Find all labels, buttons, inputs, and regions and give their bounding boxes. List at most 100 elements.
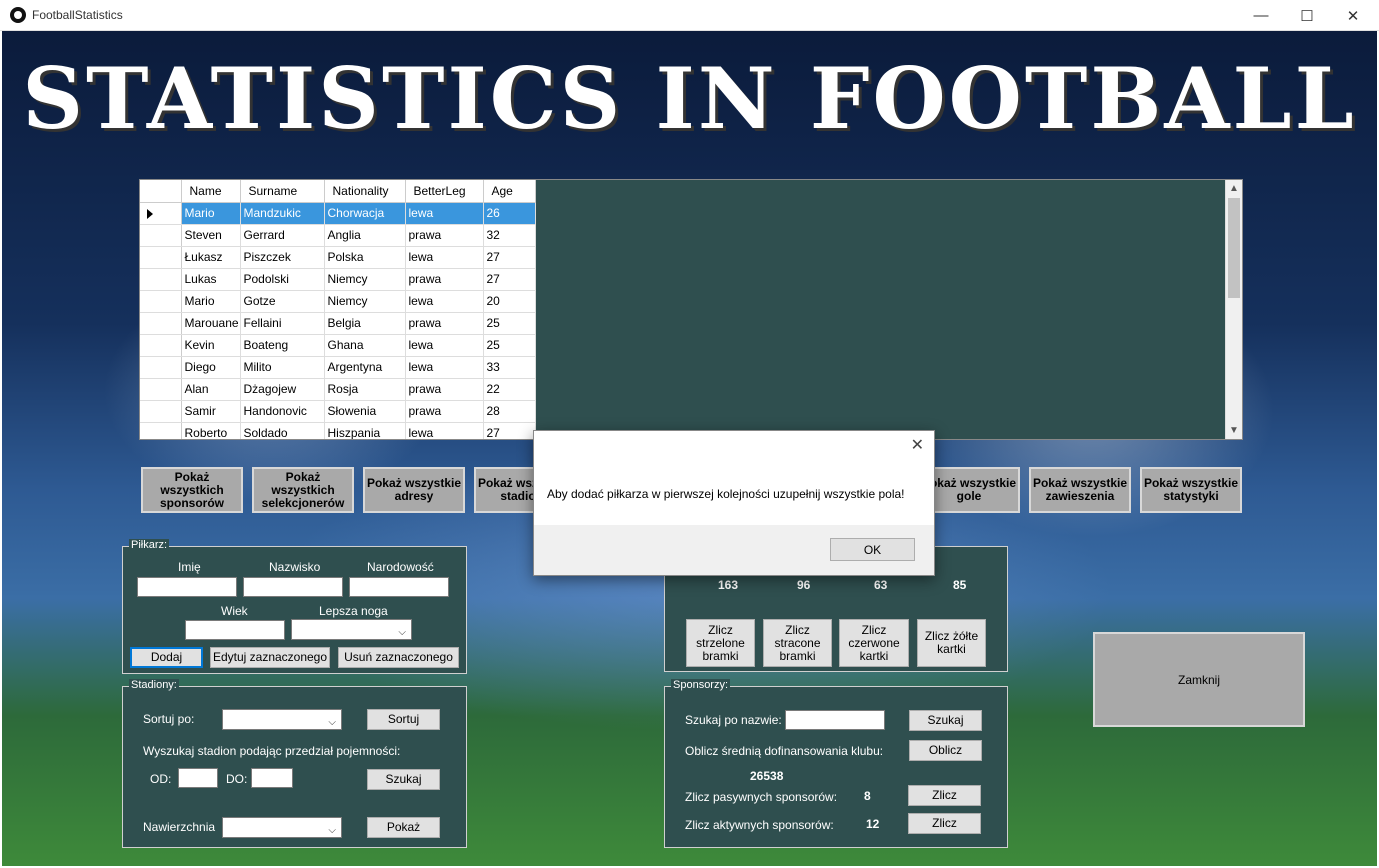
search-sponsor-button[interactable]: Szukaj xyxy=(909,710,982,731)
count-goals-scored-button[interactable]: Zlicz strzelone bramki xyxy=(686,619,755,667)
capacity-to-field[interactable] xyxy=(251,768,293,788)
cell-name[interactable]: Marouane xyxy=(181,312,241,335)
cell-age[interactable]: 27 xyxy=(483,422,536,439)
table-row[interactable]: Kevin Boateng Ghana lewa 25 xyxy=(140,334,536,357)
count-active-button[interactable]: Zlicz xyxy=(908,813,981,834)
show-statistics-button[interactable]: Pokaż wszystkie statystyki xyxy=(1140,467,1242,513)
cell-nationality[interactable]: Niemcy xyxy=(324,268,406,291)
count-passive-button[interactable]: Zlicz xyxy=(908,785,981,806)
row-header[interactable] xyxy=(140,422,182,439)
cell-betterleg[interactable]: lewa xyxy=(405,334,484,357)
row-header[interactable] xyxy=(140,334,182,357)
cell-nationality[interactable]: Niemcy xyxy=(324,290,406,313)
table-row[interactable]: Diego Milito Argentyna lewa 33 xyxy=(140,356,536,379)
column-header-nationality[interactable]: Nationality xyxy=(324,180,406,203)
cell-name[interactable]: Steven xyxy=(181,224,241,247)
ok-button[interactable]: OK xyxy=(830,538,915,561)
column-header-surname[interactable]: Surname xyxy=(240,180,325,203)
row-header[interactable] xyxy=(140,202,182,225)
table-row[interactable]: Roberto Soldado Hiszpania lewa 27 xyxy=(140,422,536,439)
cell-surname[interactable]: Gotze xyxy=(240,290,325,313)
cell-surname[interactable]: Mandzukic xyxy=(240,202,325,225)
cell-nationality[interactable]: Rosja xyxy=(324,378,406,401)
cell-age[interactable]: 27 xyxy=(483,268,536,291)
minimize-button[interactable]: — xyxy=(1238,0,1284,31)
row-header[interactable] xyxy=(140,268,182,291)
show-coaches-button[interactable]: Pokaż wszystkich selekcjonerów xyxy=(252,467,354,513)
cell-age[interactable]: 28 xyxy=(483,400,536,423)
table-row[interactable]: Mario Mandzukic Chorwacja lewa 26 xyxy=(140,202,536,225)
capacity-from-field[interactable] xyxy=(178,768,218,788)
search-stadium-button[interactable]: Szukaj xyxy=(367,769,440,790)
cell-nationality[interactable]: Ghana xyxy=(324,334,406,357)
sponsor-name-field[interactable] xyxy=(785,710,885,730)
cell-betterleg[interactable]: prawa xyxy=(405,400,484,423)
cell-name[interactable]: Mario xyxy=(181,290,241,313)
cell-name[interactable]: Samir xyxy=(181,400,241,423)
cell-betterleg[interactable]: prawa xyxy=(405,224,484,247)
cell-age[interactable]: 25 xyxy=(483,334,536,357)
close-app-button[interactable]: Zamknij xyxy=(1093,632,1305,727)
cell-age[interactable]: 33 xyxy=(483,356,536,379)
edit-selected-button[interactable]: Edytuj zaznaczonego xyxy=(210,647,330,668)
cell-age[interactable]: 26 xyxy=(483,202,536,225)
cell-surname[interactable]: Soldado xyxy=(240,422,325,439)
cell-surname[interactable]: Boateng xyxy=(240,334,325,357)
cell-betterleg[interactable]: lewa xyxy=(405,422,484,439)
add-button[interactable]: Dodaj xyxy=(130,647,203,668)
cell-name[interactable]: Diego xyxy=(181,356,241,379)
count-yellow-cards-button[interactable]: Zlicz żółte kartki xyxy=(917,619,986,667)
cell-age[interactable]: 22 xyxy=(483,378,536,401)
cell-age[interactable]: 32 xyxy=(483,224,536,247)
cell-betterleg[interactable]: lewa xyxy=(405,290,484,313)
sort-button[interactable]: Sortuj xyxy=(367,709,440,730)
cell-age[interactable]: 27 xyxy=(483,246,536,269)
grid-scrollbar[interactable]: ▲ ▼ xyxy=(1225,180,1242,439)
cell-name[interactable]: Alan xyxy=(181,378,241,401)
cell-name[interactable]: Roberto xyxy=(181,422,241,439)
scroll-up-icon[interactable]: ▲ xyxy=(1226,180,1242,197)
last-name-field[interactable] xyxy=(243,577,343,597)
show-sponsors-button[interactable]: Pokaż wszystkich sponsorów xyxy=(141,467,243,513)
cell-surname[interactable]: Piszczek xyxy=(240,246,325,269)
scroll-down-icon[interactable]: ▼ xyxy=(1226,422,1242,439)
first-name-field[interactable] xyxy=(137,577,237,597)
table-row[interactable]: Mario Gotze Niemcy lewa 20 xyxy=(140,290,536,313)
cell-surname[interactable]: Fellaini xyxy=(240,312,325,335)
age-field[interactable] xyxy=(185,620,285,640)
show-addresses-button[interactable]: Pokaż wszystkie adresy xyxy=(363,467,465,513)
count-goals-conceded-button[interactable]: Zlicz stracone bramki xyxy=(763,619,832,667)
cell-nationality[interactable]: Polska xyxy=(324,246,406,269)
cell-betterleg[interactable]: lewa xyxy=(405,246,484,269)
row-header[interactable] xyxy=(140,356,182,379)
row-header[interactable] xyxy=(140,290,182,313)
column-header-age[interactable]: Age xyxy=(483,180,536,203)
table-row[interactable]: Samir Handonovic Słowenia prawa 28 xyxy=(140,400,536,423)
cell-betterleg[interactable]: lewa xyxy=(405,356,484,379)
cell-name[interactable]: Kevin xyxy=(181,334,241,357)
row-header[interactable] xyxy=(140,378,182,401)
cell-name[interactable]: Łukasz xyxy=(181,246,241,269)
show-surface-button[interactable]: Pokaż xyxy=(367,817,440,838)
close-icon[interactable]: ✕ xyxy=(911,435,924,455)
scrollbar-thumb[interactable] xyxy=(1228,198,1240,298)
close-window-button[interactable]: ✕ xyxy=(1330,0,1376,31)
row-header[interactable] xyxy=(140,312,182,335)
maximize-button[interactable]: ☐ xyxy=(1284,0,1330,31)
cell-nationality[interactable]: Belgia xyxy=(324,312,406,335)
players-grid[interactable]: Name Surname Nationality BetterLeg Age M… xyxy=(139,179,1243,440)
cell-age[interactable]: 25 xyxy=(483,312,536,335)
cell-nationality[interactable]: Słowenia xyxy=(324,400,406,423)
cell-surname[interactable]: Podolski xyxy=(240,268,325,291)
cell-surname[interactable]: Dżagojew xyxy=(240,378,325,401)
table-row[interactable]: Lukas Podolski Niemcy prawa 27 xyxy=(140,268,536,291)
cell-betterleg[interactable]: prawa xyxy=(405,268,484,291)
cell-surname[interactable]: Milito xyxy=(240,356,325,379)
compute-average-button[interactable]: Oblicz xyxy=(909,740,982,761)
cell-name[interactable]: Mario xyxy=(181,202,241,225)
table-row[interactable]: Steven Gerrard Anglia prawa 32 xyxy=(140,224,536,247)
nationality-field[interactable] xyxy=(349,577,449,597)
row-header[interactable] xyxy=(140,400,182,423)
show-suspensions-button[interactable]: Pokaż wszystkie zawieszenia xyxy=(1029,467,1131,513)
cell-betterleg[interactable]: prawa xyxy=(405,312,484,335)
